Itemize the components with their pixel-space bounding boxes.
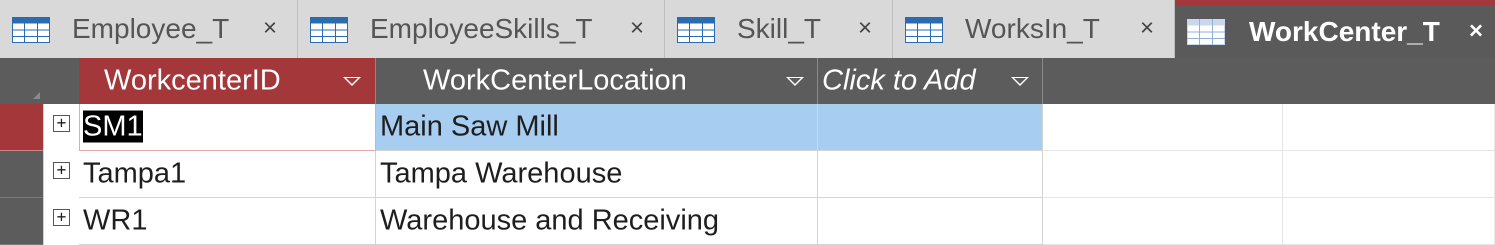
cell-text: Main Saw Mill: [380, 110, 559, 143]
cell-click-to-add[interactable]: [818, 104, 1043, 151]
select-all-triangle-icon: [33, 92, 40, 99]
tab-label: EmployeeSkills_T: [370, 13, 593, 44]
cell-text: Tampa Warehouse: [380, 157, 623, 190]
select-all-corner[interactable]: [0, 58, 79, 104]
empty-cell: [1283, 151, 1495, 198]
empty-cell: [1283, 198, 1495, 245]
tab-employee-t[interactable]: Employee_T ×: [0, 0, 298, 58]
tab-worksin-t[interactable]: WorksIn_T ×: [893, 0, 1175, 58]
cell-click-to-add[interactable]: [818, 151, 1043, 198]
close-icon[interactable]: ×: [630, 16, 644, 41]
table-icon: [12, 17, 50, 43]
expand-plus-icon[interactable]: +: [53, 209, 70, 226]
empty-cell: [1283, 104, 1495, 151]
tab-label: WorksIn_T: [965, 13, 1100, 44]
empty-cell: [1043, 104, 1283, 151]
tab-skill-t[interactable]: Skill_T ×: [665, 0, 893, 58]
column-header-workcenterid[interactable]: WorkcenterID: [79, 58, 376, 104]
column-header-label: WorkcenterID: [104, 64, 281, 97]
cell-click-to-add[interactable]: [818, 198, 1043, 245]
expand-plus-icon[interactable]: +: [53, 162, 70, 179]
column-header-label: Click to Add: [822, 64, 976, 97]
close-icon[interactable]: ×: [1469, 19, 1483, 43]
dropdown-arrow-icon[interactable]: [343, 77, 361, 86]
table-icon: [677, 17, 715, 43]
table-row: Tampa1 Tampa Warehouse: [79, 151, 1495, 198]
tab-label: Employee_T: [72, 13, 230, 44]
document-tab-bar: Employee_T × EmployeeSkills_T × Skill_T …: [0, 0, 1495, 58]
cell-workcenterid[interactable]: SM1: [79, 104, 376, 151]
record-selector-row-2[interactable]: [0, 151, 43, 198]
column-header-click-to-add[interactable]: Click to Add: [818, 58, 1043, 104]
tab-label: Skill_T: [737, 13, 822, 44]
table-icon: [310, 17, 348, 43]
cell-text: SM1: [83, 110, 143, 144]
table-row: SM1 Main Saw Mill: [79, 104, 1495, 151]
cell-workcenterid[interactable]: WR1: [79, 198, 376, 245]
tab-label: WorkCenter_T: [1249, 15, 1440, 47]
close-icon[interactable]: ×: [858, 16, 872, 41]
cell-text: Tampa1: [83, 157, 187, 190]
close-icon[interactable]: ×: [1140, 16, 1154, 41]
dropdown-arrow-icon[interactable]: [786, 77, 804, 86]
empty-cell: [1043, 151, 1283, 198]
tab-workcenter-t[interactable]: WorkCenter_T ×: [1175, 0, 1495, 58]
cell-workcenterlocation[interactable]: Warehouse and Receiving: [376, 198, 818, 245]
empty-cell: [1043, 198, 1283, 245]
table-icon: [905, 17, 943, 43]
cell-workcenterid[interactable]: Tampa1: [79, 151, 376, 198]
record-selector-row-1[interactable]: [0, 104, 43, 151]
subdatasheet-expand-column: + + +: [43, 104, 79, 245]
tab-employeeskills-t[interactable]: EmployeeSkills_T ×: [298, 0, 665, 58]
column-header-workcenterlocation[interactable]: WorkCenterLocation: [376, 58, 818, 104]
cell-text: WR1: [83, 204, 148, 237]
selected-text: SM1: [83, 110, 143, 143]
table-icon: [1187, 19, 1225, 45]
expand-plus-icon[interactable]: +: [53, 115, 70, 132]
datasheet-grid: WorkcenterID WorkCenterLocation Click to…: [0, 58, 1495, 245]
close-icon[interactable]: ×: [263, 16, 277, 41]
cell-text: Warehouse and Receiving: [380, 204, 720, 237]
cell-workcenterlocation[interactable]: Main Saw Mill: [376, 104, 818, 151]
header-empty-area: [1043, 58, 1495, 104]
table-row: WR1 Warehouse and Receiving: [79, 198, 1495, 245]
record-selector-row-3[interactable]: [0, 198, 43, 245]
column-header-label: WorkCenterLocation: [423, 64, 687, 97]
cell-workcenterlocation[interactable]: Tampa Warehouse: [376, 151, 818, 198]
dropdown-arrow-icon[interactable]: [1011, 77, 1029, 86]
